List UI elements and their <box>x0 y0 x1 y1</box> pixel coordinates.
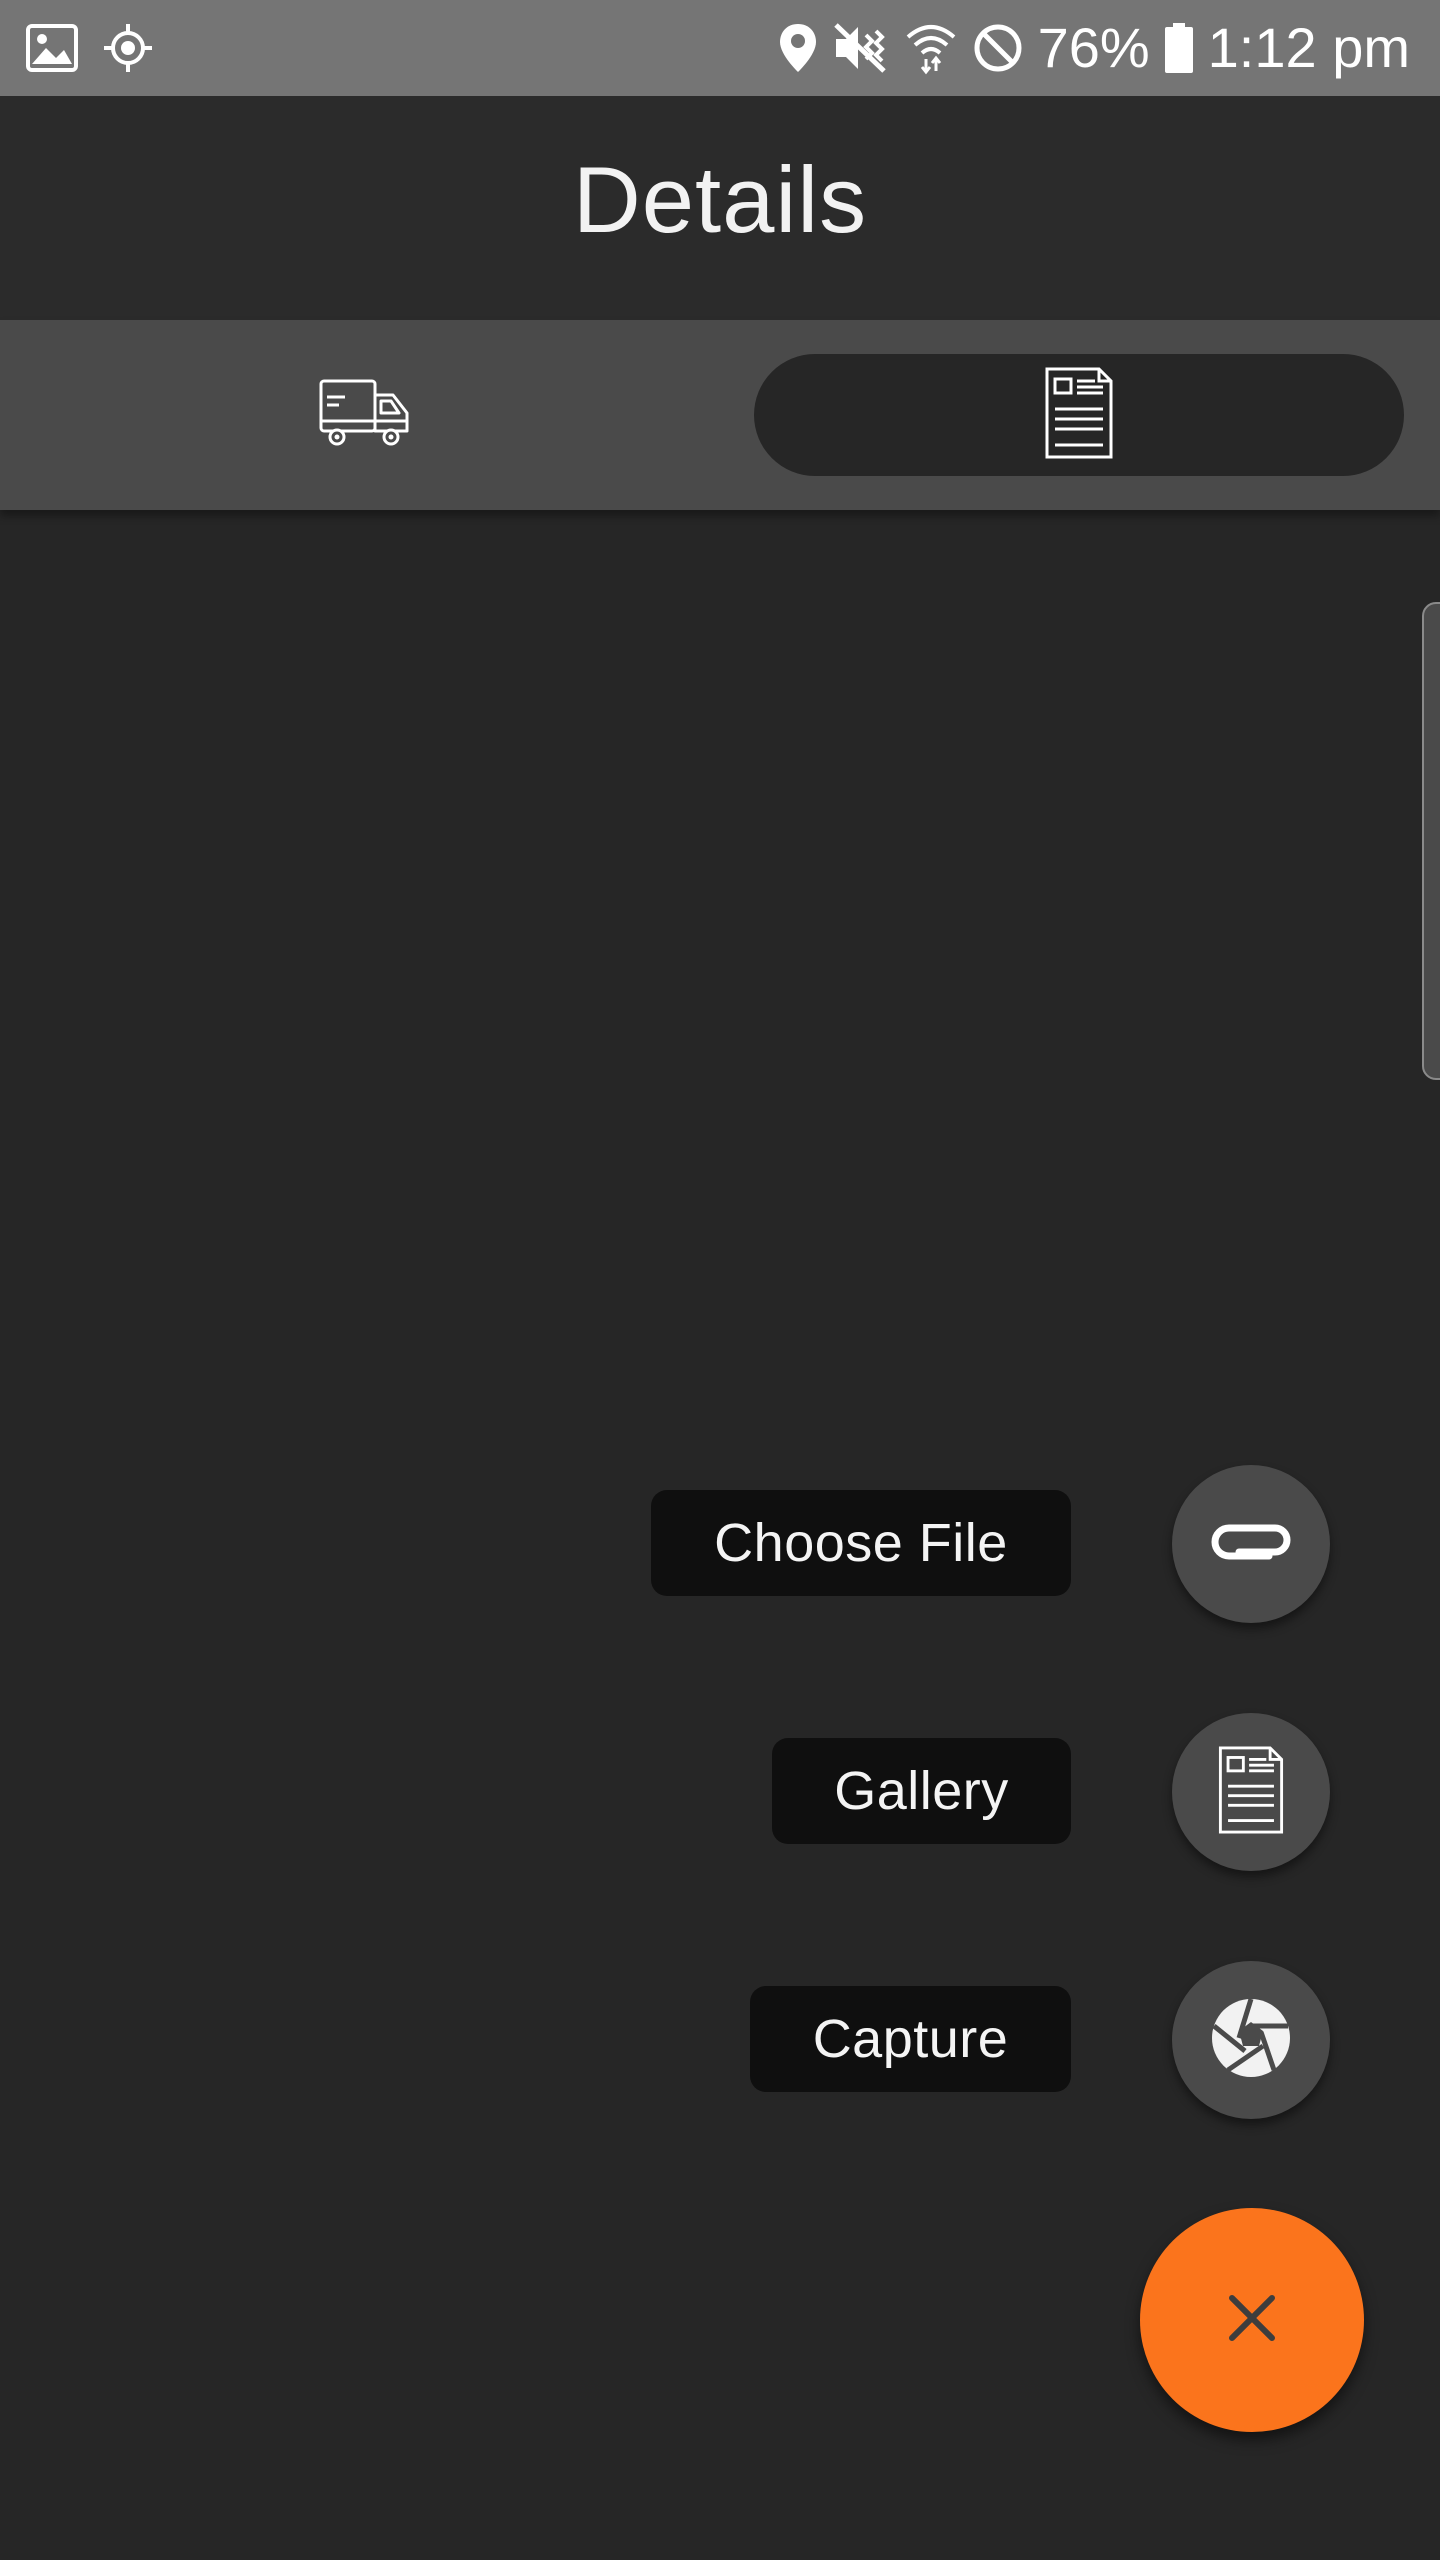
close-icon <box>1228 2294 1276 2347</box>
paperclip-icon <box>1209 1518 1293 1571</box>
truck-icon <box>319 377 411 454</box>
tab-documents[interactable] <box>754 354 1404 476</box>
page-title: Details <box>572 147 868 252</box>
document-icon <box>1216 1745 1286 1839</box>
capture-label[interactable]: Capture <box>750 1986 1071 2092</box>
tab-bar <box>0 320 1440 510</box>
close-fab-button[interactable] <box>1140 2208 1364 2432</box>
status-bar: 76% 1:12 pm <box>0 0 1440 96</box>
location-target-icon <box>102 22 154 74</box>
choose-file-label[interactable]: Choose File <box>651 1490 1071 1596</box>
edge-panel-handle[interactable] <box>1422 602 1440 1080</box>
capture-button[interactable] <box>1172 1961 1330 2119</box>
gallery-button[interactable] <box>1172 1713 1330 1871</box>
document-icon <box>1043 367 1115 464</box>
choose-file-button[interactable] <box>1172 1465 1330 1623</box>
location-pin-icon <box>778 22 818 74</box>
camera-shutter-icon <box>1209 1996 1293 2085</box>
do-not-disturb-icon <box>972 22 1024 74</box>
status-time: 1:12 pm <box>1207 16 1410 79</box>
gallery-label[interactable]: Gallery <box>772 1738 1071 1844</box>
battery-percent: 76% <box>1037 16 1150 79</box>
image-icon <box>26 24 78 72</box>
battery-icon <box>1164 21 1194 75</box>
app-bar: Details <box>0 96 1440 320</box>
wifi-icon <box>904 21 958 75</box>
tab-delivery[interactable] <box>40 354 690 476</box>
vibrate-mute-icon <box>832 21 890 75</box>
